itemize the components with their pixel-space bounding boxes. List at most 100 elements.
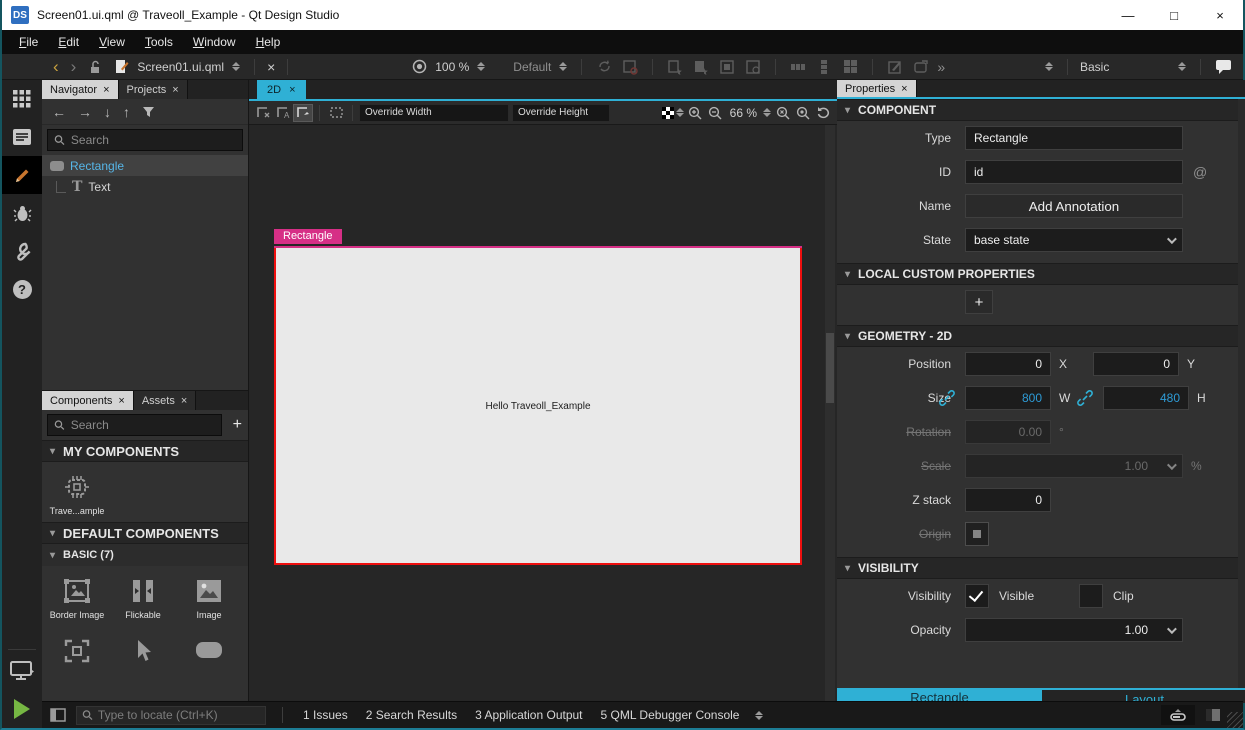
rectangle-item[interactable]: Hello Traveoll_Example xyxy=(274,246,802,565)
override-width-input[interactable] xyxy=(360,107,508,118)
section-local-custom-properties[interactable]: ▾ LOCAL CUSTOM PROPERTIES xyxy=(837,263,1245,285)
width-field[interactable] xyxy=(965,386,1051,410)
menu-window[interactable]: Window xyxy=(184,32,245,52)
zoom-fit-icon[interactable] xyxy=(793,104,813,122)
origin-selector[interactable] xyxy=(965,522,989,546)
close-document-icon[interactable]: × xyxy=(267,59,275,75)
visible-checkbox[interactable] xyxy=(965,584,989,608)
add-annotation-button[interactable]: Add Annotation xyxy=(965,194,1183,218)
toggle-right-sidebar-icon[interactable] xyxy=(1205,708,1221,722)
rotation-field[interactable] xyxy=(965,420,1051,444)
section-my-components[interactable]: ▾ MY COMPONENTS xyxy=(42,440,248,462)
zoom-level-spinner-icon[interactable] xyxy=(475,62,487,71)
zoom-out-icon[interactable] xyxy=(706,104,726,122)
live-preview-icon[interactable] xyxy=(620,58,640,76)
copy-format-icon[interactable] xyxy=(665,58,685,76)
scale-dropdown[interactable]: 1.00 xyxy=(965,454,1183,478)
open-output-pane-icon[interactable] xyxy=(1161,705,1195,725)
menu-tools[interactable]: Tools xyxy=(136,32,182,52)
reset-view-icon[interactable] xyxy=(813,104,833,122)
locator-input[interactable] xyxy=(98,708,260,722)
override-height-field[interactable] xyxy=(512,104,610,122)
section-basic[interactable]: ▾ BASIC (7) xyxy=(42,544,248,566)
override-height-input[interactable] xyxy=(513,107,609,118)
move-down-icon[interactable]: ↓ xyxy=(104,104,111,120)
projects-tools-icon[interactable] xyxy=(2,232,42,270)
close-icon[interactable]: × xyxy=(901,83,907,95)
snapping-anchors-icon[interactable]: A xyxy=(273,104,293,122)
output-pane-issues[interactable]: 1 Issues xyxy=(299,708,352,722)
export-alias-icon[interactable]: @ xyxy=(1193,164,1207,180)
output-panes-spinner-icon[interactable] xyxy=(753,711,765,720)
component-item-custom[interactable]: Trave...ample xyxy=(46,468,108,516)
y-field[interactable] xyxy=(1093,352,1179,376)
selection-label[interactable]: Rectangle xyxy=(274,229,342,244)
background-color-icon[interactable] xyxy=(662,107,674,119)
grid-layout-icon[interactable] xyxy=(840,58,860,76)
reset-override-icon[interactable] xyxy=(743,58,763,76)
locator-field[interactable] xyxy=(76,706,266,725)
navigator-search[interactable] xyxy=(47,129,243,151)
move-right-icon[interactable]: → xyxy=(78,104,92,120)
opacity-dropdown[interactable]: 1.00 xyxy=(965,618,1183,642)
section-geometry-2d[interactable]: ▾ GEOMETRY - 2D xyxy=(837,325,1245,347)
menu-view[interactable]: View xyxy=(90,32,134,52)
style-spinner-icon[interactable] xyxy=(557,62,569,71)
component-item-image[interactable]: Image xyxy=(178,572,240,620)
kit-spinner-left-icon[interactable] xyxy=(1043,62,1055,71)
help-mode-icon[interactable]: ? xyxy=(2,270,42,308)
zoom-in-icon[interactable] xyxy=(686,104,706,122)
edit-component-icon[interactable] xyxy=(885,58,905,76)
canvas-zoom-spinner-icon[interactable] xyxy=(761,108,773,117)
section-visibility[interactable]: ▾ VISIBILITY xyxy=(837,557,1245,579)
design-canvas[interactable]: Rectangle Hello Traveoll_Example xyxy=(249,125,837,703)
text-item[interactable]: Hello Traveoll_Example xyxy=(276,401,800,412)
height-field[interactable] xyxy=(1103,386,1189,410)
state-dropdown[interactable]: base state xyxy=(965,228,1183,252)
make-component-icon[interactable] xyxy=(911,58,931,76)
forward-icon[interactable]: › xyxy=(68,59,80,75)
sync-icon[interactable] xyxy=(594,58,614,76)
move-up-icon[interactable]: ↑ xyxy=(123,104,130,120)
no-snapping-icon[interactable] xyxy=(253,104,273,122)
section-component[interactable]: ▾ COMPONENT xyxy=(837,99,1245,121)
component-item-focus-scope[interactable] xyxy=(46,632,108,664)
run-scale-icon[interactable] xyxy=(409,58,429,76)
output-pane-qml-debugger-console[interactable]: 5 QML Debugger Console xyxy=(597,708,744,722)
document-edit-icon[interactable] xyxy=(111,58,131,76)
component-item-mouse-area[interactable] xyxy=(112,632,174,664)
zstack-field[interactable] xyxy=(965,488,1051,512)
close-icon[interactable]: × xyxy=(289,84,295,96)
clip-checkbox[interactable] xyxy=(1079,584,1103,608)
component-item-rectangle[interactable] xyxy=(178,632,240,664)
lock-icon[interactable] xyxy=(85,58,105,76)
properties-scrollbar[interactable] xyxy=(1238,99,1245,703)
run-button[interactable] xyxy=(2,690,42,728)
zoom-selection-icon[interactable] xyxy=(773,104,793,122)
id-field[interactable] xyxy=(965,160,1183,184)
close-icon[interactable]: × xyxy=(172,84,178,96)
document-spinner-icon[interactable] xyxy=(230,62,242,71)
menu-file[interactable]: File xyxy=(10,32,47,52)
show-bounds-icon[interactable] xyxy=(326,104,346,122)
tab-2d[interactable]: 2D × xyxy=(257,80,306,99)
tree-item-text[interactable]: T Text xyxy=(42,176,248,197)
close-button[interactable]: × xyxy=(1197,0,1243,30)
debug-mode-icon[interactable] xyxy=(2,194,42,232)
output-pane-application-output[interactable]: 3 Application Output xyxy=(471,708,586,722)
close-icon[interactable]: × xyxy=(118,395,124,407)
menu-help[interactable]: Help xyxy=(247,32,290,52)
welcome-mode-icon[interactable] xyxy=(2,80,42,118)
navigator-search-input[interactable] xyxy=(71,133,236,147)
component-item-border-image[interactable]: Border Image xyxy=(46,572,108,620)
close-icon[interactable]: × xyxy=(103,84,109,96)
tab-projects[interactable]: Projects × xyxy=(119,80,188,99)
toggle-left-sidebar-icon[interactable] xyxy=(50,708,66,722)
annotation-bubble-icon[interactable] xyxy=(1213,58,1233,76)
edit-mode-icon[interactable] xyxy=(2,118,42,156)
tree-item-rectangle[interactable]: Rectangle xyxy=(42,155,248,176)
override-icon[interactable] xyxy=(717,58,737,76)
tab-properties[interactable]: Properties × xyxy=(837,80,917,97)
filter-icon[interactable] xyxy=(142,106,156,118)
component-item-flickable[interactable]: Flickable xyxy=(112,572,174,620)
